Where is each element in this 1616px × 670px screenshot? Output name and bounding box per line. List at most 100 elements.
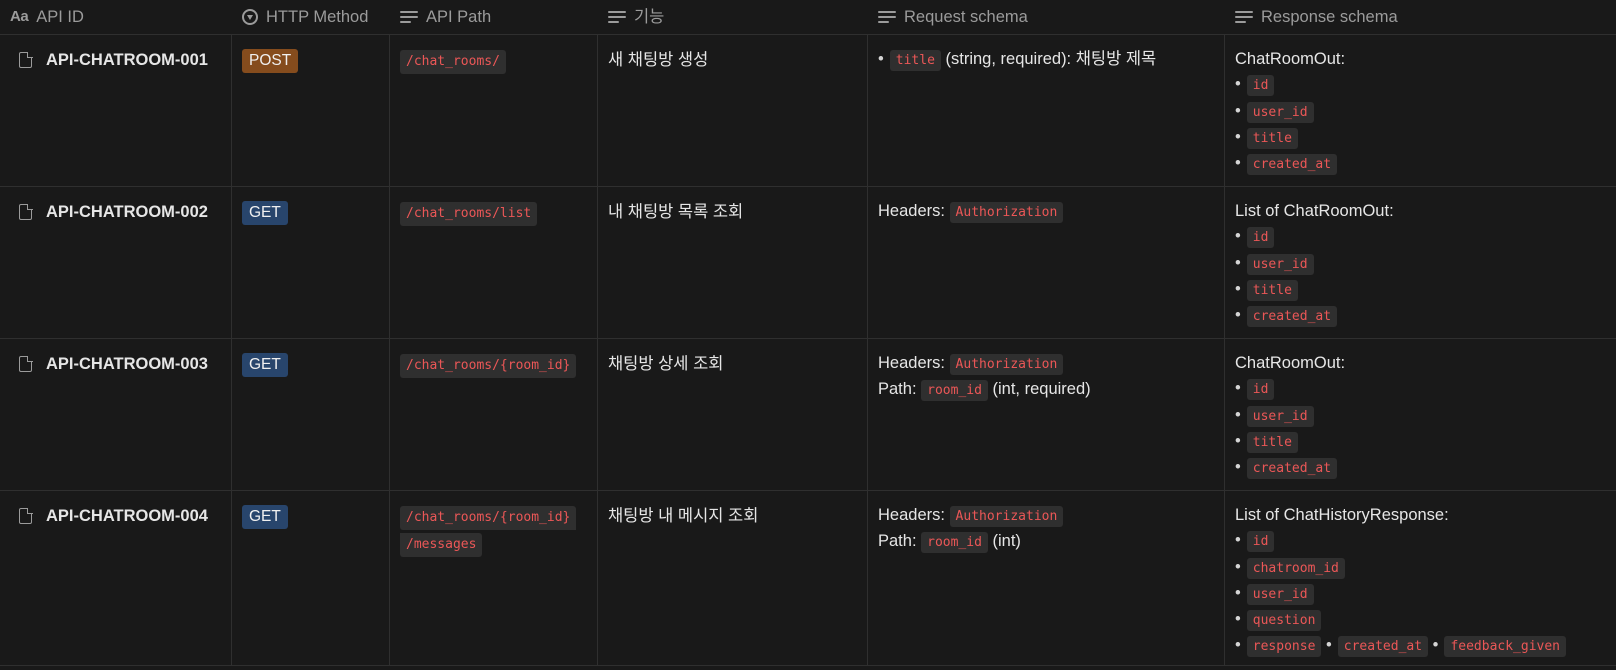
api-id-cell[interactable]: API-CHATROOM-004 [0, 491, 232, 665]
response-field: created_at [1246, 154, 1338, 176]
response-field: created_at [1246, 458, 1338, 480]
response-field: user_id [1246, 405, 1314, 427]
headers-code: Authorization [949, 202, 1064, 223]
table-row[interactable]: API-CHATROOM-001 POST /chat_rooms/ 새 채팅방… [0, 35, 1616, 187]
path-code: /messages [400, 533, 483, 557]
api-table: Aa API ID HTTP Method API Path 기능 Reques… [0, 0, 1616, 666]
header-label: HTTP Method [266, 8, 369, 26]
page-icon [19, 507, 33, 524]
page-icon [19, 51, 33, 68]
text-property-icon: Aa [10, 8, 29, 25]
bullet: • [1235, 279, 1241, 298]
feature-text: 채팅방 상세 조회 [608, 355, 724, 373]
path-cell[interactable]: /chat_rooms/{room_id} [390, 339, 598, 490]
method-cell[interactable]: GET [232, 187, 390, 338]
bullet: • [1235, 127, 1241, 146]
page-icon [19, 203, 33, 220]
api-id[interactable]: API-CHATROOM-001 [46, 47, 208, 73]
feature-cell[interactable]: 채팅방 상세 조회 [598, 339, 868, 490]
header-label: Response schema [1261, 8, 1398, 26]
request-cell[interactable]: • title (string, required): 채팅방 제목 [868, 35, 1225, 186]
path-param-desc: (int, required) [992, 380, 1091, 399]
response-title: List of ChatRoomOut: [1235, 202, 1394, 220]
method-cell[interactable]: GET [232, 339, 390, 490]
table-header: Aa API ID HTTP Method API Path 기능 Reques… [0, 0, 1616, 35]
bullet: • [1326, 636, 1332, 655]
request-cell[interactable]: Headers: Authorization [868, 187, 1225, 338]
response-field: title [1246, 127, 1298, 149]
api-id[interactable]: API-CHATROOM-004 [46, 503, 208, 529]
header-label: API Path [426, 8, 492, 26]
method-badge: POST [242, 49, 299, 73]
table-row[interactable]: API-CHATROOM-002 GET /chat_rooms/list 내 … [0, 187, 1616, 339]
request-field-code: title [889, 50, 941, 71]
header-api-id[interactable]: Aa API ID [0, 0, 232, 34]
path-cell[interactable]: /chat_rooms/ [390, 35, 598, 186]
headers-label: Headers: [878, 506, 945, 524]
response-cell[interactable]: ChatRoomOut: • id • user_id • title • create… [1225, 339, 1616, 490]
request-cell[interactable]: Headers: Authorization Path: room_id (in… [868, 491, 1225, 665]
request-cell[interactable]: Headers: Authorization Path: room_id (in… [868, 339, 1225, 490]
bullet: • [1235, 379, 1241, 398]
page-icon [19, 355, 33, 372]
text-lines-icon [878, 10, 896, 24]
api-id[interactable]: API-CHATROOM-002 [46, 199, 208, 225]
bullet: • [1235, 253, 1241, 272]
response-cell[interactable]: List of ChatHistoryResponse: • id • chatro… [1225, 491, 1616, 665]
path-cell[interactable]: /chat_rooms/list [390, 187, 598, 338]
bullet: • [1235, 431, 1241, 450]
header-request-schema[interactable]: Request schema [868, 0, 1225, 34]
header-label: Request schema [904, 8, 1028, 26]
path-cell[interactable]: /chat_rooms/{room_id} /messages [390, 491, 598, 665]
feature-cell[interactable]: 내 채팅방 목록 조회 [598, 187, 868, 338]
header-http-method[interactable]: HTTP Method [232, 0, 390, 34]
headers-label: Headers: [878, 354, 945, 372]
method-cell[interactable]: GET [232, 491, 390, 665]
bullet: • [1235, 531, 1241, 550]
response-cell[interactable]: ChatRoomOut: • id • user_id • title • create… [1225, 35, 1616, 186]
bullet: • [878, 50, 884, 68]
response-field: user_id [1246, 101, 1314, 123]
path-param-code: room_id [921, 380, 988, 402]
feature-cell[interactable]: 채팅방 내 메시지 조회 [598, 491, 868, 665]
bullet: • [1235, 610, 1241, 629]
response-field: title [1246, 279, 1298, 301]
path-code: /chat_rooms/list [400, 202, 538, 226]
response-title: ChatRoomOut: [1235, 354, 1346, 372]
header-api-path[interactable]: API Path [390, 0, 598, 34]
response-title: ChatRoomOut: [1235, 50, 1346, 68]
method-cell[interactable]: POST [232, 35, 390, 186]
response-field: title [1246, 431, 1298, 453]
api-id-cell[interactable]: API-CHATROOM-001 [0, 35, 232, 186]
table-row[interactable]: API-CHATROOM-004 GET /chat_rooms/{room_i… [0, 491, 1616, 666]
api-id[interactable]: API-CHATROOM-003 [46, 351, 208, 377]
path-param-desc: (int) [992, 532, 1021, 551]
path-code: /chat_rooms/{room_id} [400, 506, 577, 530]
bullet: • [1235, 227, 1241, 246]
path-code: /chat_rooms/{room_id} [400, 354, 577, 378]
bullet: • [1235, 306, 1241, 325]
headers-code: Authorization [949, 354, 1064, 375]
path-param-code: room_id [921, 532, 988, 554]
header-feature[interactable]: 기능 [598, 0, 868, 34]
feature-cell[interactable]: 새 채팅방 생성 [598, 35, 868, 186]
response-field: id [1246, 75, 1275, 97]
request-field-desc: (string, required): 채팅방 제목 [945, 50, 1157, 68]
feature-text: 채팅방 내 메시지 조회 [608, 507, 759, 525]
header-response-schema[interactable]: Response schema [1225, 0, 1616, 34]
bullet: • [1235, 583, 1241, 602]
response-field: created_at [1337, 636, 1429, 658]
text-lines-icon [400, 10, 418, 24]
path-param-label: Path: [878, 380, 917, 399]
api-id-cell[interactable]: API-CHATROOM-003 [0, 339, 232, 490]
feature-text: 새 채팅방 생성 [608, 51, 709, 69]
response-cell[interactable]: List of ChatRoomOut: • id • user_id • title… [1225, 187, 1616, 338]
header-label: 기능 [634, 8, 665, 26]
table-row[interactable]: API-CHATROOM-003 GET /chat_rooms/{room_i… [0, 339, 1616, 491]
text-lines-icon [1235, 10, 1253, 24]
bullet: • [1235, 557, 1241, 576]
header-label: API ID [36, 8, 84, 26]
bullet: • [1235, 154, 1241, 173]
api-id-cell[interactable]: API-CHATROOM-002 [0, 187, 232, 338]
bullet: • [1432, 636, 1439, 655]
